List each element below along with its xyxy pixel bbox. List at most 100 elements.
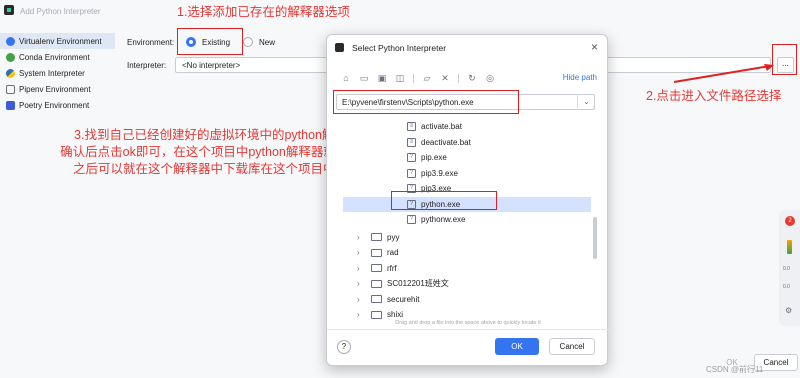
pipenv-icon (6, 84, 15, 94)
file-label: pythonw.exe (421, 215, 466, 225)
dialog-toolbar: ⌂ ▭ ▣ ◫ ▱ ✕ ↻ ◎ (341, 73, 495, 83)
chevron-right-icon: › (357, 232, 360, 242)
folder-label: pyy (387, 232, 400, 242)
chevron-right-icon: › (357, 263, 360, 273)
annotation-step1: 1.选择添加已存在的解释器选项 (177, 5, 350, 19)
dialog-cancel-button[interactable]: Cancel (549, 338, 595, 355)
file-icon: ≡ (407, 137, 416, 147)
sidebar-item-label: Pipenv Environment (19, 84, 91, 94)
file-tree: ≡ activate.bat ≡ deactivate.bat ? pip.exe ?… (327, 119, 609, 319)
settings-icon[interactable]: ⚙ (785, 306, 792, 315)
folder-icon (371, 310, 382, 319)
folder-label: rfrf (387, 263, 397, 273)
dialog-logo-icon (335, 43, 344, 52)
chevron-right-icon: › (357, 248, 360, 258)
file-label: activate.bat (421, 122, 462, 132)
list-item[interactable]: › shixi (327, 307, 609, 319)
chevron-right-icon: › (357, 294, 360, 304)
conda-icon (6, 52, 15, 62)
interpreter-value: <No interpreter> (182, 61, 241, 70)
virtualenv-icon (6, 36, 15, 46)
file-icon: ≡ (407, 122, 416, 132)
list-item[interactable]: › SC012201班姓文 (327, 276, 609, 292)
sidebar-item-label: System Interpreter (19, 68, 85, 78)
python-icon (6, 68, 15, 78)
window-title: Add Python Interpreter (20, 7, 101, 16)
project-icon[interactable]: ▣ (377, 73, 387, 83)
exe-file-icon: ? (407, 215, 416, 225)
list-item[interactable]: › rfrf (327, 261, 609, 277)
stat-one: 0.0 (783, 266, 790, 272)
show-hidden-icon[interactable]: ◎ (485, 73, 495, 83)
help-button[interactable]: ? (337, 340, 351, 354)
home-icon[interactable]: ⌂ (341, 73, 351, 83)
folder-icon (371, 295, 382, 304)
select-interpreter-dialog: Select Python Interpreter × ⌂ ▭ ▣ ◫ ▱ ✕ … (326, 34, 609, 366)
sidebar-item-system[interactable]: System Interpreter (0, 65, 115, 81)
notification-badge[interactable]: 2 (785, 216, 795, 226)
dialog-title: Select Python Interpreter (352, 43, 447, 53)
folder-label: SC012201班姓文 (387, 279, 449, 289)
sidebar-item-label: Virtualenv Environment (19, 36, 102, 46)
file-label: pip3.9.exe (421, 168, 458, 178)
sidebar-item-conda[interactable]: Conda Environment (0, 49, 115, 65)
hide-path-link[interactable]: Hide path (563, 73, 597, 82)
list-item[interactable]: › pyy (327, 230, 609, 246)
exe-file-icon: ? (407, 153, 416, 163)
new-label: New (259, 37, 276, 47)
radio-selected-icon (186, 37, 196, 47)
file-label: pip.exe (421, 153, 447, 163)
highlight-box-python-exe (391, 191, 497, 210)
module-icon[interactable]: ◫ (395, 73, 405, 83)
folder-icon (371, 279, 382, 288)
drag-hint: Drag and drop a file into the space abov… (395, 320, 541, 326)
list-item[interactable]: › securehit (327, 292, 609, 308)
dialog-divider (327, 329, 609, 330)
folder-label: shixi (387, 310, 404, 319)
folder-icon (371, 264, 382, 273)
stat-two: 0.0 (783, 284, 790, 290)
environment-label: Environment: (127, 38, 175, 47)
sidebar-item-virtualenv[interactable]: Virtualenv Environment (0, 33, 115, 49)
list-item[interactable]: ? pip3.9.exe (327, 166, 609, 182)
file-label: deactivate.bat (421, 137, 471, 147)
sidebar-item-poetry[interactable]: Poetry Environment (0, 97, 115, 113)
poetry-icon (6, 100, 15, 110)
highlight-box-path (333, 90, 519, 114)
sidebar-item-label: Poetry Environment (19, 100, 90, 110)
radio-unselected-icon (243, 37, 253, 47)
list-item[interactable]: ? pythonw.exe (327, 212, 609, 228)
list-item[interactable]: ? pip.exe (327, 150, 609, 166)
watermark: CSDN @前行11 (706, 365, 764, 374)
chevron-right-icon: › (357, 279, 360, 289)
new-folder-icon[interactable]: ▱ (422, 73, 432, 83)
level-bar-icon (787, 240, 792, 254)
dialog-ok-button[interactable]: OK (495, 338, 539, 355)
existing-radio[interactable]: Existing (186, 37, 230, 47)
existing-label: Existing (202, 37, 231, 47)
new-radio[interactable]: New (243, 37, 275, 47)
pycharm-logo-icon (4, 5, 14, 15)
desktop-icon[interactable]: ▭ (359, 73, 369, 83)
add-interpreter-window: Add Python Interpreter Virtualenv Enviro… (0, 0, 800, 378)
scrollbar-thumb[interactable] (593, 217, 597, 259)
sidebar-item-pipenv[interactable]: Pipenv Environment (0, 81, 115, 97)
path-dropdown-icon[interactable]: ⌄ (577, 94, 595, 110)
list-item[interactable]: › rad (327, 245, 609, 261)
annotation-step2: 2.点击进入文件路径选择 (646, 89, 782, 103)
interpreter-label: Interpreter: (127, 61, 167, 70)
list-item[interactable]: ≡ activate.bat (327, 119, 609, 135)
delete-icon[interactable]: ✕ (440, 73, 450, 83)
close-icon[interactable]: × (591, 40, 598, 54)
annotation-arrow-icon (673, 64, 774, 83)
side-widget: 2 0.0 0.0 ⚙ (779, 210, 800, 326)
refresh-icon[interactable]: ↻ (467, 73, 477, 83)
list-item[interactable]: ≡ deactivate.bat (327, 135, 609, 151)
folder-icon (371, 233, 382, 242)
chevron-right-icon: › (357, 310, 360, 319)
folder-label: rad (387, 248, 399, 258)
exe-file-icon: ? (407, 168, 416, 178)
folder-label: securehit (387, 294, 420, 304)
sidebar-item-label: Conda Environment (19, 52, 90, 62)
folder-icon (371, 248, 382, 257)
